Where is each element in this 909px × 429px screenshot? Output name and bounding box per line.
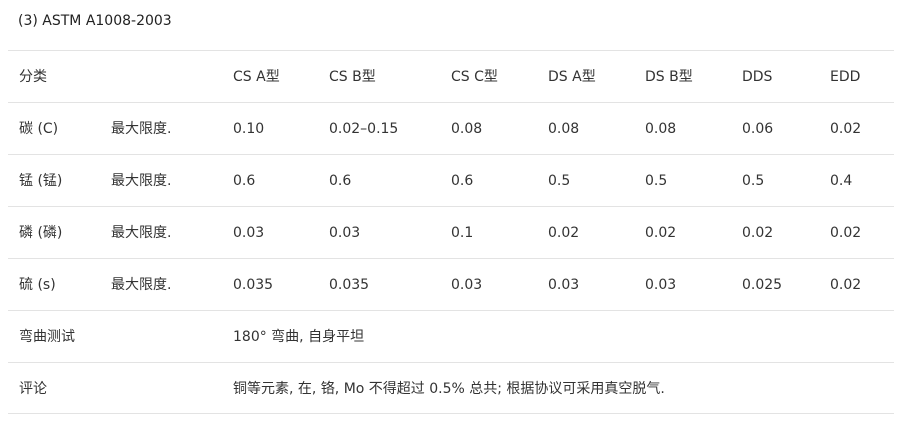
header-col-cs-a: CS A型 [233, 69, 280, 85]
table-cell: 0.03 [645, 277, 677, 293]
table-cell: 0.02 [830, 225, 862, 241]
table-cell: 0.08 [548, 121, 580, 137]
table-cell: 0.03 [233, 225, 265, 241]
table-cell: 0.025 [742, 277, 783, 293]
table-cell: 0.6 [451, 173, 474, 189]
table-cell: 0.6 [329, 173, 352, 189]
header-col-ds-a: DS A型 [548, 69, 596, 85]
table-cell: 0.02 [742, 225, 774, 241]
row-element: 碳 (C) [19, 121, 59, 137]
header-category: 分类 [19, 69, 47, 85]
table-cell: 0.035 [233, 277, 274, 293]
table-cell: 0.5 [742, 173, 765, 189]
table-row-sulfur: 硫 (s) 最大限度. 0.035 0.035 0.03 0.03 0.03 0… [8, 258, 894, 310]
table-cell: 0.5 [645, 173, 668, 189]
table-cell: 0.03 [329, 225, 361, 241]
row-element: 磷 (磷) [19, 225, 63, 241]
table-cell: 0.02 [830, 121, 862, 137]
table-cell: 0.08 [451, 121, 483, 137]
table-cell: 0.1 [451, 225, 474, 241]
table-row-comment: 评论 铜等元素, 在, 铬, Mo 不得超过 0.5% 总共; 根据协议可采用真… [8, 362, 894, 414]
document-title: (3) ASTM A1008-2003 [18, 13, 172, 29]
spec-table: 分类 CS A型 CS B型 CS C型 DS A型 DS B型 DDS EDD… [8, 50, 894, 414]
table-cell: 0.06 [742, 121, 774, 137]
row-element: 锰 (锰) [19, 173, 63, 189]
table-cell: 0.6 [233, 173, 256, 189]
table-cell: 0.4 [830, 173, 853, 189]
header-col-edd: EDD [830, 69, 861, 85]
row-limit: 最大限度. [111, 225, 172, 241]
table-cell: 0.02–0.15 [329, 121, 399, 137]
header-col-cs-c: CS C型 [451, 69, 498, 85]
table-cell: 0.10 [233, 121, 265, 137]
bend-test-value: 180° 弯曲, 自身平坦 [233, 329, 365, 345]
table-row-carbon: 碳 (C) 最大限度. 0.10 0.02–0.15 0.08 0.08 0.0… [8, 102, 894, 154]
header-col-ds-b: DS B型 [645, 69, 693, 85]
table-cell: 0.03 [548, 277, 580, 293]
table-cell: 0.5 [548, 173, 571, 189]
comment-label: 评论 [19, 381, 47, 397]
table-row-manganese: 锰 (锰) 最大限度. 0.6 0.6 0.6 0.5 0.5 0.5 0.4 [8, 154, 894, 206]
table-cell: 0.035 [329, 277, 370, 293]
table-cell: 0.08 [645, 121, 677, 137]
table-row-phosphorus: 磷 (磷) 最大限度. 0.03 0.03 0.1 0.02 0.02 0.02… [8, 206, 894, 258]
header-col-cs-b: CS B型 [329, 69, 376, 85]
table-header-row: 分类 CS A型 CS B型 CS C型 DS A型 DS B型 DDS EDD [8, 50, 894, 102]
row-limit: 最大限度. [111, 121, 172, 137]
bend-test-label: 弯曲测试 [19, 329, 75, 345]
comment-value: 铜等元素, 在, 铬, Mo 不得超过 0.5% 总共; 根据协议可采用真空脱气… [233, 381, 665, 397]
table-cell: 0.02 [548, 225, 580, 241]
table-cell: 0.02 [645, 225, 677, 241]
row-limit: 最大限度. [111, 173, 172, 189]
row-element: 硫 (s) [19, 277, 56, 293]
table-row-bend-test: 弯曲测试 180° 弯曲, 自身平坦 [8, 310, 894, 362]
header-col-dds: DDS [742, 69, 773, 85]
table-cell: 0.02 [830, 277, 862, 293]
table-cell: 0.03 [451, 277, 483, 293]
row-limit: 最大限度. [111, 277, 172, 293]
